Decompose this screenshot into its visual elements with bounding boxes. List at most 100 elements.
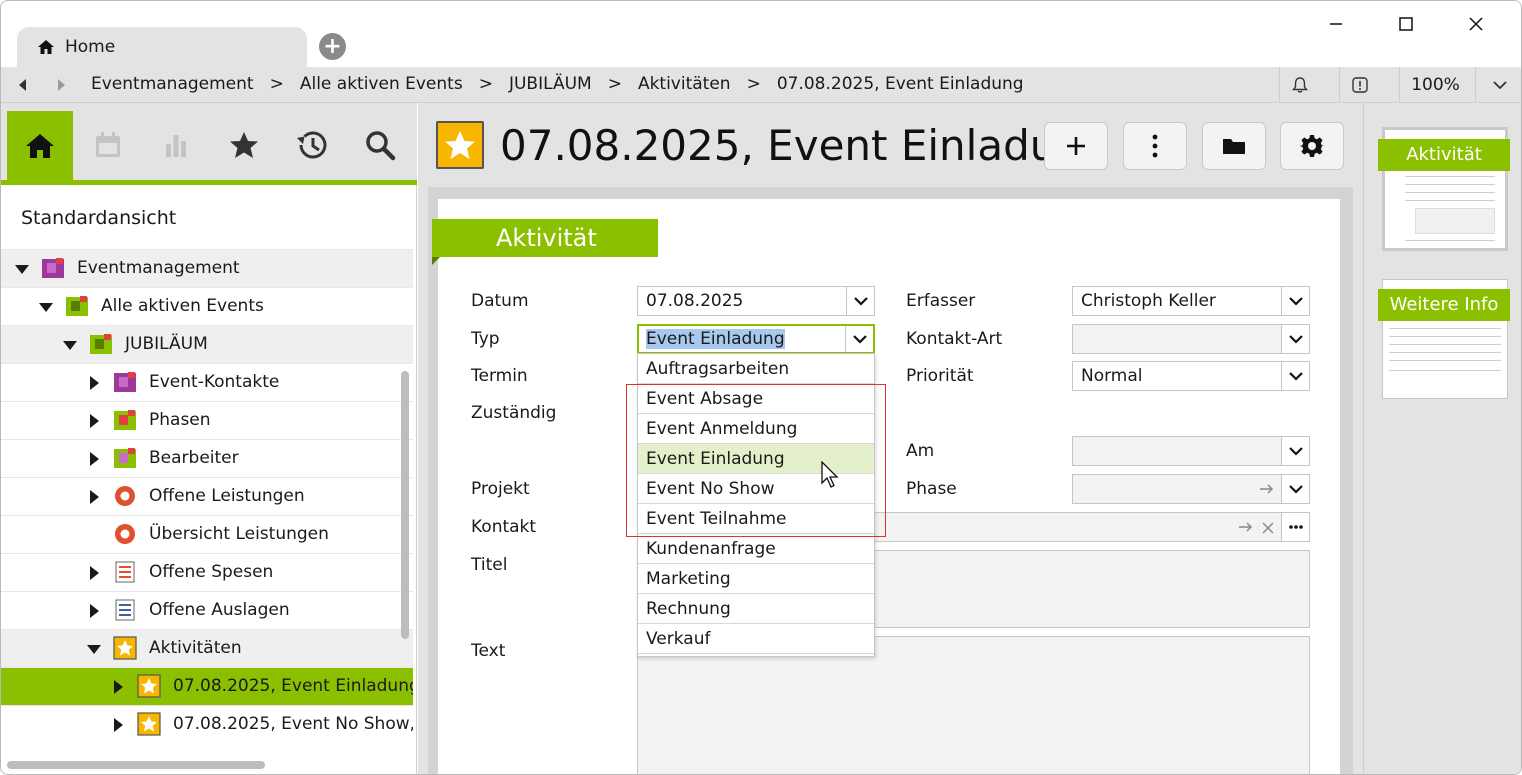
alerts-button[interactable] (1339, 67, 1379, 103)
kontakt-art-dropdown-button[interactable] (1281, 325, 1309, 353)
tree-item[interactable]: Offene Spesen (1, 553, 413, 591)
collapse-triangle-icon[interactable] (39, 303, 53, 312)
tab-label: Home (65, 37, 116, 57)
event-management-icon (41, 256, 65, 280)
breadcrumb-item[interactable]: Aktivitäten (638, 74, 731, 94)
typ-option[interactable]: Auftragsarbeiten (638, 354, 874, 384)
breadcrumb-item[interactable]: Eventmanagement (91, 74, 254, 94)
folder-button[interactable] (1202, 122, 1266, 170)
prioritaet-dropdown-button[interactable] (1281, 362, 1309, 390)
view-title[interactable]: Standardansicht (21, 207, 176, 229)
expand-triangle-icon[interactable] (90, 376, 99, 390)
expand-triangle-icon[interactable] (90, 604, 99, 618)
datum-dropdown-button[interactable] (846, 287, 874, 315)
erfasser-field[interactable]: Christoph Keller (1072, 286, 1310, 316)
tree-item[interactable]: Offene Leistungen (1, 477, 413, 515)
home-nav-button[interactable] (7, 111, 73, 181)
star-icon (137, 674, 161, 698)
tree-item[interactable]: Aktivitäten (1, 629, 413, 667)
search-nav-button[interactable] (347, 109, 413, 180)
add-button[interactable] (1044, 122, 1108, 170)
thumbnail-weitere-info-label[interactable]: Weitere Info (1378, 289, 1510, 321)
typ-option[interactable]: Rechnung (638, 594, 874, 624)
erfasser-dropdown-button[interactable] (1281, 287, 1309, 315)
title-bar: Home + (1, 1, 1521, 67)
breadcrumb-separator: > (607, 74, 622, 94)
mouse-cursor-icon (821, 461, 839, 488)
phase-field[interactable] (1072, 474, 1310, 504)
breadcrumb-separator: > (746, 74, 761, 94)
home-icon (26, 134, 54, 158)
expand-triangle-icon[interactable] (114, 718, 123, 732)
expand-triangle-icon[interactable] (90, 566, 99, 580)
typ-option[interactable]: Marketing (638, 564, 874, 594)
tree-item[interactable]: 07.08.2025, Event No Show, Ev (1, 705, 413, 743)
kontakt-more-button[interactable] (1281, 513, 1309, 541)
close-button[interactable] (1451, 11, 1501, 37)
collapse-triangle-icon[interactable] (15, 265, 29, 274)
datum-field[interactable]: 07.08.2025 (637, 286, 875, 316)
navigation-tree: Eventmanagement Alle aktiven Events JUBILÄ… (1, 249, 413, 743)
statistics-nav-button[interactable] (143, 109, 209, 180)
zoom-level[interactable]: 100% (1399, 67, 1471, 103)
tab-home[interactable]: Home (17, 27, 307, 67)
expand-triangle-icon[interactable] (90, 490, 99, 504)
more-options-button[interactable] (1123, 122, 1187, 170)
minimize-button[interactable] (1311, 11, 1361, 37)
close-icon (1469, 17, 1483, 31)
expand-triangle-icon[interactable] (90, 414, 99, 428)
tree-item[interactable]: 07.08.2025, Event Einladung (1, 667, 413, 705)
prioritaet-field[interactable]: Normal (1072, 361, 1310, 391)
datum-value: 07.08.2025 (646, 291, 744, 311)
typ-field[interactable]: Event Einladung (637, 324, 875, 354)
clear-icon[interactable] (1261, 521, 1275, 535)
tree-item-label: 07.08.2025, Event No Show, Ev (173, 714, 413, 734)
chevron-down-icon (853, 297, 868, 306)
am-field[interactable] (1072, 436, 1310, 466)
collapse-triangle-icon[interactable] (63, 341, 77, 350)
typ-dropdown-button[interactable] (845, 326, 873, 352)
tree-item[interactable]: Alle aktiven Events (1, 287, 413, 325)
label-kontakt-art: Kontakt-Art (906, 329, 1003, 349)
typ-option[interactable]: Kundenanfrage (638, 534, 874, 564)
tree-item-label: Offene Spesen (149, 562, 274, 582)
collapse-triangle-icon[interactable] (87, 645, 101, 654)
tree-item[interactable]: Event-Kontakte (1, 363, 413, 401)
breadcrumb-item[interactable]: Alle aktiven Events (300, 74, 463, 94)
tree-item[interactable]: Offene Auslagen (1, 591, 413, 629)
kontakt-art-field[interactable] (1072, 324, 1310, 354)
tree-item[interactable]: JUBILÄUM (1, 325, 413, 363)
tree-horizontal-scrollbar[interactable] (7, 761, 265, 769)
tree-item-label: Alle aktiven Events (101, 296, 264, 316)
zoom-dropdown-button[interactable] (1475, 67, 1521, 103)
thumbnail-aktivitaet-label[interactable]: Aktivität (1378, 139, 1510, 171)
maximize-button[interactable] (1381, 11, 1431, 37)
arrow-right-icon[interactable] (1238, 521, 1254, 533)
notifications-button[interactable] (1279, 67, 1319, 103)
tree-item[interactable]: Phasen (1, 401, 413, 439)
expand-triangle-icon[interactable] (114, 680, 123, 694)
phase-dropdown-button[interactable] (1281, 475, 1309, 503)
expand-triangle-icon[interactable] (90, 452, 99, 466)
calendar-nav-button[interactable] (75, 109, 141, 180)
tree-vertical-scrollbar[interactable] (401, 371, 409, 639)
tree-item[interactable]: Übersicht Leistungen (1, 515, 413, 553)
label-datum: Datum (471, 291, 529, 311)
am-dropdown-button[interactable] (1281, 437, 1309, 465)
search-icon (366, 130, 396, 160)
typ-option[interactable]: Verkauf (638, 624, 874, 654)
back-arrow-icon[interactable] (15, 77, 31, 93)
tree-item[interactable]: Eventmanagement (1, 249, 413, 287)
arrow-right-icon[interactable] (1259, 483, 1275, 495)
breadcrumb-item[interactable]: JUBILÄUM (509, 74, 592, 94)
favorites-nav-button[interactable] (211, 109, 277, 180)
settings-button[interactable] (1280, 122, 1344, 170)
history-icon (297, 131, 327, 158)
new-tab-button[interactable]: + (319, 33, 346, 60)
history-nav-button[interactable] (279, 109, 345, 180)
forward-arrow-icon[interactable] (53, 77, 69, 93)
tree-item[interactable]: Bearbeiter (1, 439, 413, 477)
chevron-down-icon (1288, 297, 1303, 306)
tree-item-label: Phasen (149, 410, 211, 430)
breadcrumb-item[interactable]: 07.08.2025, Event Einladung (777, 74, 1024, 94)
